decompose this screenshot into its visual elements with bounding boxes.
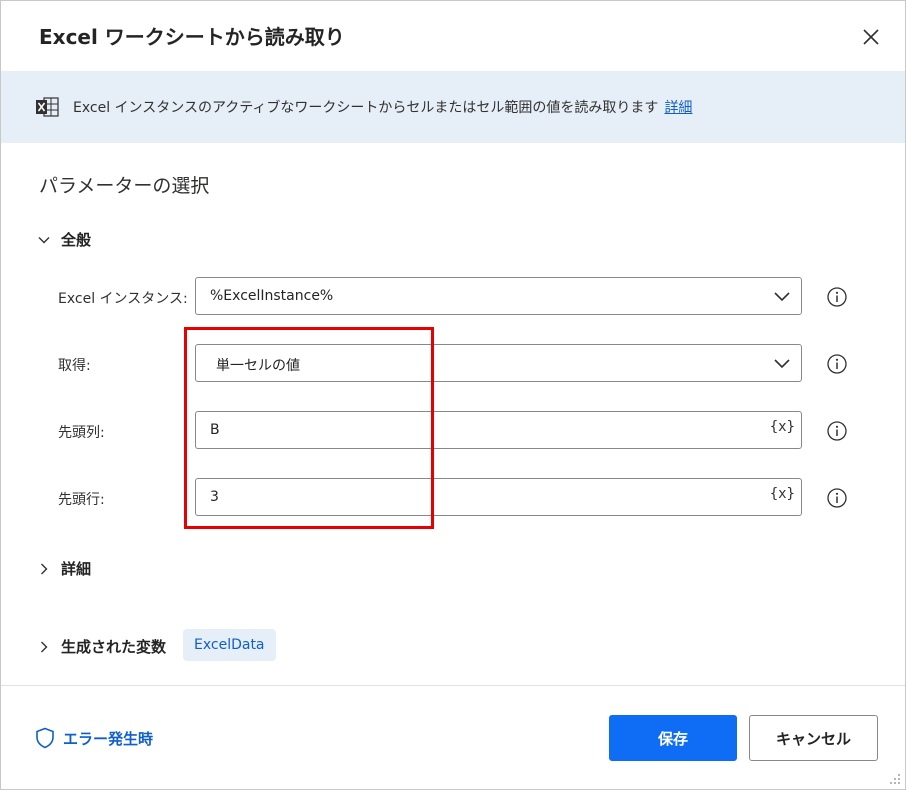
retrieve-dropdown[interactable]: 単一セルの値 bbox=[195, 344, 802, 382]
resize-grip-icon[interactable] bbox=[887, 771, 901, 785]
info-icon[interactable] bbox=[826, 420, 848, 442]
info-icon[interactable] bbox=[826, 487, 848, 509]
chevron-down-icon bbox=[38, 236, 50, 243]
chevron-right-icon bbox=[41, 641, 48, 652]
info-banner: Excel インスタンスのアクティブなワークシートからセルまたはセル範囲の値を読… bbox=[1, 71, 905, 143]
start-row-label: 先頭行: bbox=[58, 492, 105, 508]
section-title: パラメーターの選択 bbox=[39, 175, 210, 197]
start-column-label: 先頭列: bbox=[58, 425, 105, 441]
chevron-down-icon bbox=[774, 292, 790, 302]
excel-icon bbox=[36, 97, 59, 117]
info-icon[interactable] bbox=[826, 353, 848, 375]
variables-group-header[interactable]: 生成された変数 bbox=[37, 636, 166, 657]
excel-instance-dropdown[interactable]: %ExcelInstance% bbox=[195, 277, 802, 315]
retrieve-value: 単一セルの値 bbox=[216, 358, 300, 374]
variable-picker-icon[interactable]: {x} bbox=[770, 419, 795, 435]
chevron-down-icon bbox=[774, 359, 790, 369]
retrieve-label: 取得: bbox=[58, 358, 91, 374]
general-group-header[interactable]: 全般 bbox=[37, 229, 91, 250]
cancel-button[interactable]: キャンセル bbox=[749, 715, 878, 761]
start-column-input[interactable]: B {x} bbox=[195, 411, 802, 449]
start-row-value: 3 bbox=[210, 489, 219, 505]
advanced-group-header[interactable]: 詳細 bbox=[37, 558, 91, 579]
banner-details-link[interactable]: 詳細 bbox=[664, 100, 692, 116]
dialog: Excel ワークシートから読み取り Excel インスタンスのアクティブなワー… bbox=[0, 0, 906, 790]
close-icon[interactable] bbox=[859, 25, 883, 49]
excel-instance-value: %ExcelInstance% bbox=[210, 288, 334, 304]
dialog-title: Excel ワークシートから読み取り bbox=[39, 25, 345, 49]
footer-divider bbox=[1, 685, 905, 686]
chevron-right-icon bbox=[41, 563, 48, 574]
shield-icon bbox=[36, 727, 54, 749]
save-button[interactable]: 保存 bbox=[609, 715, 737, 761]
banner-description: Excel インスタンスのアクティブなワークシートからセルまたはセル範囲の値を読… bbox=[73, 100, 659, 116]
info-icon[interactable] bbox=[826, 286, 848, 308]
variable-picker-icon[interactable]: {x} bbox=[770, 486, 795, 502]
excel-instance-label: Excel インスタンス: bbox=[58, 291, 188, 307]
variable-chip[interactable]: ExcelData bbox=[183, 629, 276, 661]
advanced-group-label: 詳細 bbox=[61, 560, 92, 578]
general-group-label: 全般 bbox=[61, 231, 92, 249]
variables-group-label: 生成された変数 bbox=[61, 638, 167, 656]
banner-text: Excel インスタンスのアクティブなワークシートからセルまたはセル範囲の値を読… bbox=[73, 97, 692, 117]
on-error-label: エラー発生時 bbox=[63, 729, 154, 748]
start-row-input[interactable]: 3 {x} bbox=[195, 478, 802, 516]
on-error-link[interactable]: エラー発生時 bbox=[35, 727, 153, 749]
start-column-value: B bbox=[210, 422, 220, 438]
